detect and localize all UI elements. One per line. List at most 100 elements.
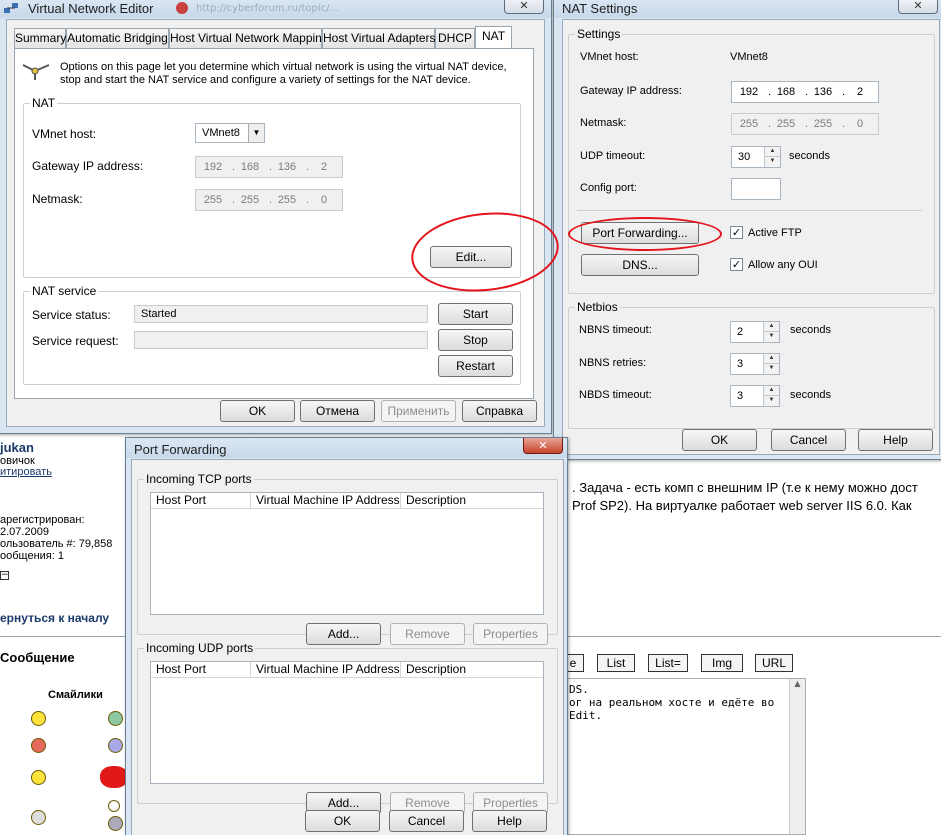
- spin-up-icon[interactable]: ▲: [764, 354, 779, 364]
- tab-summary[interactable]: Summary: [14, 28, 66, 48]
- spin-up-icon[interactable]: ▲: [764, 386, 779, 396]
- tab-host-virtual-adapters[interactable]: Host Virtual Adapters: [322, 28, 436, 48]
- vne-help-button[interactable]: Справка: [462, 400, 537, 422]
- wink-icon[interactable]: [31, 770, 46, 785]
- nbns-timeout-stepper[interactable]: ▲ ▼: [763, 322, 779, 342]
- spin-up-icon[interactable]: ▲: [765, 147, 780, 157]
- ip-octet[interactable]: 2: [850, 82, 870, 102]
- back-to-top-link[interactable]: ернуться к началу: [0, 611, 109, 625]
- cool-icon[interactable]: [31, 810, 46, 825]
- tab-nat[interactable]: NAT: [475, 26, 512, 49]
- collapse-icon[interactable]: −: [0, 571, 9, 580]
- browser-tab-icon: [176, 2, 188, 14]
- tcp-remove-button[interactable]: Remove: [390, 623, 465, 645]
- spin-down-icon[interactable]: ▼: [764, 332, 779, 342]
- nat-ok-button[interactable]: OK: [682, 429, 757, 451]
- ip-octet[interactable]: 168: [776, 82, 796, 102]
- column-host-port[interactable]: Host Port: [151, 493, 251, 509]
- tcp-ports-list[interactable]: Host Port Virtual Machine IP Address Des…: [150, 492, 544, 615]
- chevron-down-icon[interactable]: ▼: [248, 124, 264, 142]
- dns-button[interactable]: DNS...: [581, 254, 699, 276]
- grin-icon[interactable]: [108, 711, 123, 726]
- forum-username[interactable]: jukan: [0, 440, 34, 455]
- column-description[interactable]: Description: [401, 662, 543, 678]
- forum-quote-link[interactable]: итировать: [0, 466, 52, 478]
- tag-button-list[interactable]: List: [597, 654, 635, 672]
- ip-octet[interactable]: 192: [739, 82, 759, 102]
- udp-timeout-spinner[interactable]: 30 ▲ ▼: [731, 146, 781, 168]
- pf-close-button[interactable]: ✕: [523, 438, 563, 454]
- tab-host-virtual-network-mapping[interactable]: Host Virtual Network Mapping: [169, 28, 329, 48]
- config-port-label: Config port:: [580, 182, 637, 194]
- allow-oui-checkbox[interactable]: ✓: [730, 258, 743, 271]
- udp-ports-list[interactable]: Host Port Virtual Machine IP Address Des…: [150, 661, 544, 784]
- tab-dhcp[interactable]: DHCP: [435, 28, 475, 48]
- confused-icon[interactable]: [108, 738, 123, 753]
- angry-icon[interactable]: [31, 738, 46, 753]
- spin-down-icon[interactable]: ▼: [765, 157, 780, 167]
- devil-icon[interactable]: [100, 766, 128, 788]
- stop-button[interactable]: Stop: [438, 329, 513, 351]
- shocked-icon[interactable]: [108, 816, 123, 831]
- vne-close-button[interactable]: ✕: [504, 0, 544, 14]
- idea-icon[interactable]: [108, 800, 120, 812]
- netmask-field: 255. 255. 255. 0: [195, 189, 343, 211]
- udp-stepper[interactable]: ▲ ▼: [764, 147, 780, 167]
- vne-ok-button[interactable]: OK: [220, 400, 295, 422]
- nbns-timeout-spinner[interactable]: 2 ▲ ▼: [730, 321, 780, 343]
- tag-button-img[interactable]: Img: [701, 654, 743, 672]
- pf-help-button[interactable]: Help: [472, 810, 547, 832]
- vne-cancel-button[interactable]: Отмена: [300, 400, 375, 422]
- tab-automatic-bridging[interactable]: Automatic Bridging: [66, 28, 169, 48]
- restart-button[interactable]: Restart: [438, 355, 513, 377]
- column-vm-ip-address[interactable]: Virtual Machine IP Address: [251, 662, 401, 678]
- scroll-up-icon[interactable]: ▲: [790, 679, 805, 688]
- nbds-seconds-label: seconds: [790, 389, 831, 401]
- tag-button-url[interactable]: URL: [755, 654, 793, 672]
- smilies-heading: Смайлики: [48, 689, 103, 701]
- ip-octet: 0: [856, 118, 864, 130]
- textarea-scrollbar[interactable]: ▲: [789, 679, 805, 834]
- nat-close-button[interactable]: ✕: [898, 0, 938, 14]
- config-port-input[interactable]: [731, 178, 781, 200]
- tag-button-list-eq[interactable]: List=: [648, 654, 688, 672]
- tcp-properties-button[interactable]: Properties: [473, 623, 548, 645]
- active-ftp-checkbox[interactable]: ✓: [730, 226, 743, 239]
- nbns-retries-spinner[interactable]: 3 ▲ ▼: [730, 353, 780, 375]
- settings-separator: [577, 210, 922, 211]
- vmnet-host-select[interactable]: VMnet8 ▼: [195, 123, 265, 143]
- pf-cancel-button[interactable]: Cancel: [389, 810, 464, 832]
- tcp-add-button[interactable]: Add...: [306, 623, 381, 645]
- close-icon: ✕: [519, 0, 529, 12]
- nbds-timeout-spinner[interactable]: 3 ▲ ▼: [730, 385, 780, 407]
- message-textarea[interactable]: DS. ог на реальном хосте и едёте во Edit…: [556, 678, 806, 835]
- spin-up-icon[interactable]: ▲: [764, 322, 779, 332]
- ip-octet: 192: [203, 161, 223, 173]
- spin-down-icon[interactable]: ▼: [764, 364, 779, 374]
- forum-registered-date: 2.07.2009: [0, 526, 49, 538]
- service-status-label: Service status:: [32, 308, 111, 322]
- forum-user-id: ользователь #: 79,858: [0, 538, 113, 550]
- pf-client-area: Incoming TCP ports Host Port Virtual Mac…: [131, 459, 564, 835]
- nat-cancel-button[interactable]: Cancel: [771, 429, 846, 451]
- nat-info-text: stop and start the NAT service and confi…: [60, 74, 471, 86]
- nat-service-group-title: NAT service: [30, 284, 99, 298]
- close-icon: ✕: [913, 0, 923, 12]
- nbds-timeout-stepper[interactable]: ▲ ▼: [763, 386, 779, 406]
- nat-gateway-ip-field[interactable]: 192. 168. 136. 2: [731, 81, 879, 103]
- nat-help-button[interactable]: Help: [858, 429, 933, 451]
- vne-apply-button[interactable]: Применить: [381, 400, 456, 422]
- start-button[interactable]: Start: [438, 303, 513, 325]
- vmnet-host-label: VMnet host:: [32, 127, 97, 141]
- column-host-port[interactable]: Host Port: [151, 662, 251, 678]
- column-description[interactable]: Description: [401, 493, 543, 509]
- ip-octet[interactable]: 136: [813, 82, 833, 102]
- nbns-timeout-value: 2: [737, 326, 744, 338]
- spin-down-icon[interactable]: ▼: [764, 396, 779, 406]
- column-vm-ip-address[interactable]: Virtual Machine IP Address: [251, 493, 401, 509]
- settings-group-title: Settings: [575, 27, 623, 41]
- smile-icon[interactable]: [31, 711, 46, 726]
- ip-octet: 255: [776, 118, 796, 130]
- nbns-retries-stepper[interactable]: ▲ ▼: [763, 354, 779, 374]
- pf-ok-button[interactable]: OK: [305, 810, 380, 832]
